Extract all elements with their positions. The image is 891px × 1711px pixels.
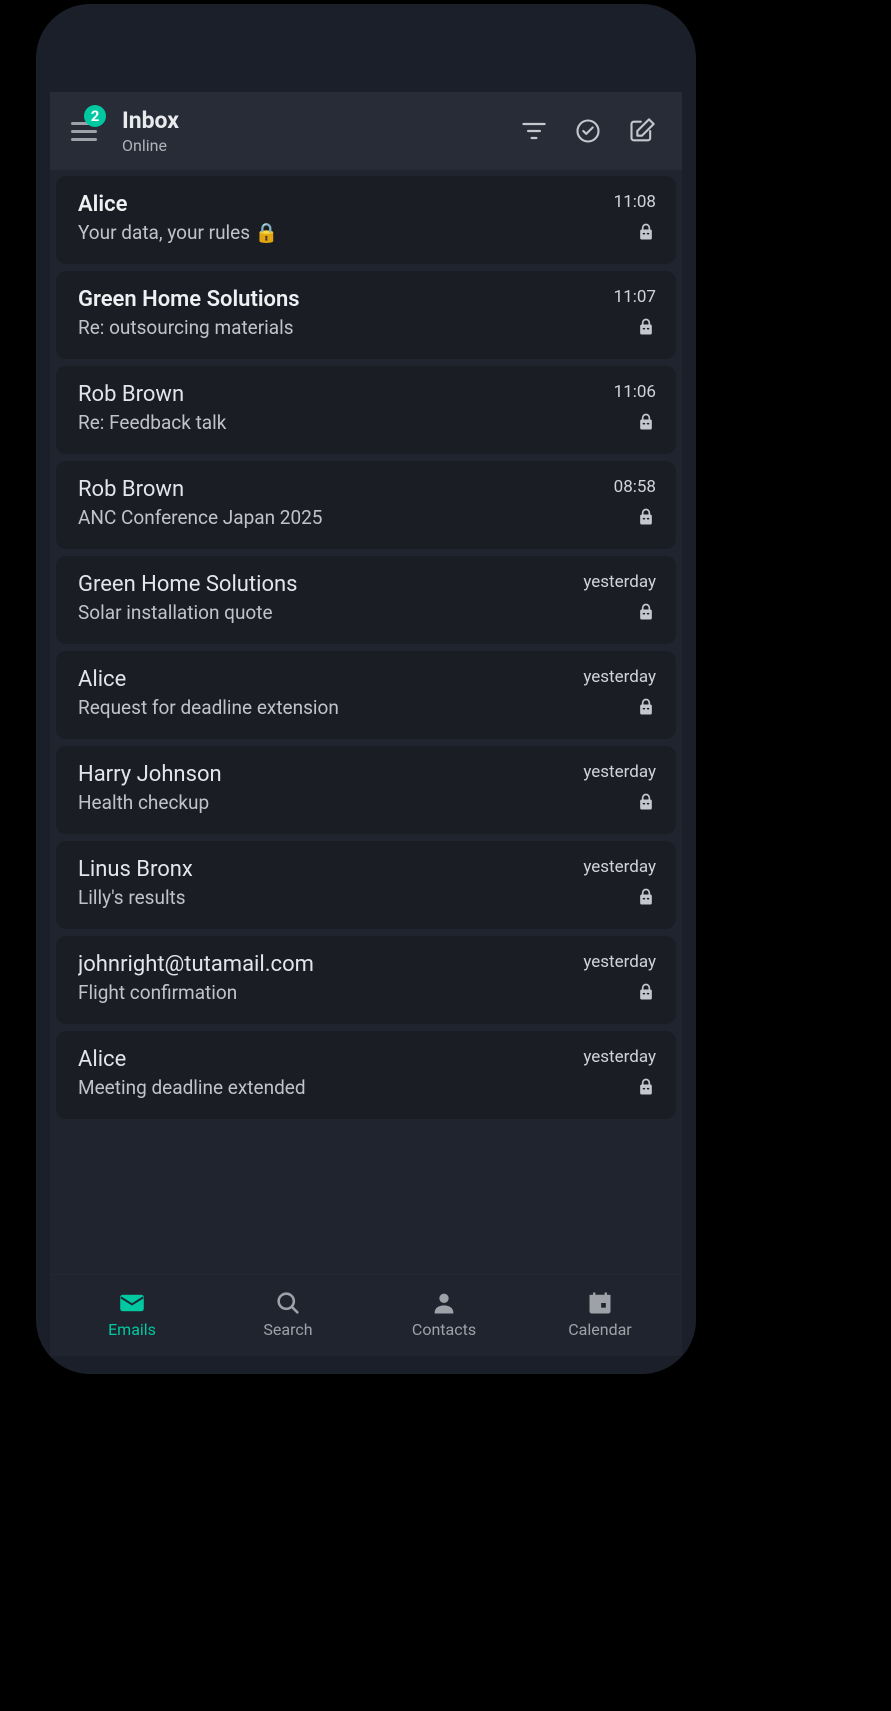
header-bar: 2 Inbox Online [50,92,682,170]
encryption-lock-icon [636,697,656,721]
email-content: Rob Brown ANC Conference Japan 2025 [78,477,602,531]
email-subject: Lilly's results [78,886,571,909]
email-time: yesterday [583,1047,656,1067]
encryption-lock-icon [636,507,656,531]
email-item[interactable]: Harry Johnson Health checkup yesterday [56,746,676,834]
bottom-nav: Emails Search Contacts [50,1274,682,1356]
email-sender: Green Home Solutions [78,287,602,312]
email-time: yesterday [583,667,656,687]
nav-search-label: Search [263,1320,312,1339]
email-sender: johnright@tutamail.com [78,952,571,977]
email-meta: yesterday [583,952,656,1006]
encryption-lock-icon [636,317,656,341]
calendar-icon [586,1289,614,1317]
encryption-lock-icon [636,887,656,911]
email-meta: yesterday [583,667,656,721]
email-time: yesterday [583,762,656,782]
email-item[interactable]: Alice Your data, your rules 🔒 11:08 [56,176,676,264]
email-content: Alice Your data, your rules 🔒 [78,192,602,246]
email-sender: Alice [78,1047,571,1072]
email-sender: Green Home Solutions [78,572,571,597]
encryption-lock-icon [636,602,656,626]
email-item[interactable]: Green Home Solutions Solar installation q… [56,556,676,644]
nav-search[interactable]: Search [210,1289,366,1339]
email-item[interactable]: Alice Request for deadline extension yeste… [56,651,676,739]
encryption-lock-icon [636,222,656,246]
email-content: johnright@tutamail.com Flight confirmatio… [78,952,571,1006]
mark-read-button[interactable] [566,109,610,153]
email-time: yesterday [583,572,656,592]
email-item[interactable]: Linus Bronx Lilly's results yesterday [56,841,676,929]
email-item[interactable]: Alice Meeting deadline extended yesterday [56,1031,676,1119]
email-item[interactable]: Green Home Solutions Re: outsourcing mate… [56,271,676,359]
email-item[interactable]: johnright@tutamail.com Flight confirmatio… [56,936,676,1024]
compose-icon [628,117,656,145]
email-content: Alice Request for deadline extension [78,667,571,721]
menu-button[interactable]: 2 [60,113,108,149]
email-subject: Flight confirmation [78,981,571,1004]
email-subject: Health checkup [78,791,571,814]
email-sender: Rob Brown [78,477,602,502]
email-meta: 11:07 [614,287,656,341]
email-item[interactable]: Rob Brown ANC Conference Japan 2025 08:58 [56,461,676,549]
encryption-lock-icon [636,982,656,1006]
encryption-lock-icon [636,792,656,816]
app-container: 2 Inbox Online [50,92,682,1356]
email-time: yesterday [583,857,656,877]
compose-button[interactable] [620,109,664,153]
nav-emails[interactable]: Emails [54,1289,210,1339]
email-meta: 08:58 [614,477,656,531]
email-meta: yesterday [583,762,656,816]
phone-frame: 2 Inbox Online [36,4,696,1374]
page-title: Inbox [122,107,502,134]
email-content: Harry Johnson Health checkup [78,762,571,816]
email-sender: Linus Bronx [78,857,571,882]
email-meta: yesterday [583,857,656,911]
email-content: Linus Bronx Lilly's results [78,857,571,911]
email-time: 11:07 [614,287,656,307]
filter-button[interactable] [512,109,556,153]
email-meta: yesterday [583,572,656,626]
email-meta: 11:08 [614,192,656,246]
email-content: Alice Meeting deadline extended [78,1047,571,1101]
email-content: Green Home Solutions Re: outsourcing mate… [78,287,602,341]
email-subject: ANC Conference Japan 2025 [78,506,602,529]
email-subject: Re: outsourcing materials [78,316,602,339]
email-subject: Your data, your rules 🔒 [78,221,602,244]
check-circle-icon [574,117,602,145]
filter-icon [520,117,548,145]
nav-contacts[interactable]: Contacts [366,1289,522,1339]
email-subject: Request for deadline extension [78,696,571,719]
email-list[interactable]: Alice Your data, your rules 🔒 11:08 Green H… [50,170,682,1274]
unread-badge: 2 [84,105,106,127]
mail-icon [118,1289,146,1317]
email-sender: Alice [78,667,571,692]
connection-status: Online [122,136,502,155]
email-sender: Harry Johnson [78,762,571,787]
person-icon [430,1289,458,1317]
email-meta: yesterday [583,1047,656,1101]
encryption-lock-icon [636,412,656,436]
nav-contacts-label: Contacts [412,1320,476,1339]
email-time: 08:58 [614,477,656,497]
email-time: 11:06 [614,382,656,402]
email-meta: 11:06 [614,382,656,436]
email-time: 11:08 [614,192,656,212]
email-subject: Meeting deadline extended [78,1076,571,1099]
email-sender: Rob Brown [78,382,602,407]
nav-emails-label: Emails [108,1320,156,1339]
email-subject: Re: Feedback talk [78,411,602,434]
nav-calendar-label: Calendar [568,1320,631,1339]
email-item[interactable]: Rob Brown Re: Feedback talk 11:06 [56,366,676,454]
email-content: Green Home Solutions Solar installation q… [78,572,571,626]
header-title-block: Inbox Online [118,107,502,155]
encryption-lock-icon [636,1077,656,1101]
email-sender: Alice [78,192,602,217]
email-time: yesterday [583,952,656,972]
email-subject: Solar installation quote [78,601,571,624]
nav-calendar[interactable]: Calendar [522,1289,678,1339]
email-content: Rob Brown Re: Feedback talk [78,382,602,436]
search-icon [274,1289,302,1317]
